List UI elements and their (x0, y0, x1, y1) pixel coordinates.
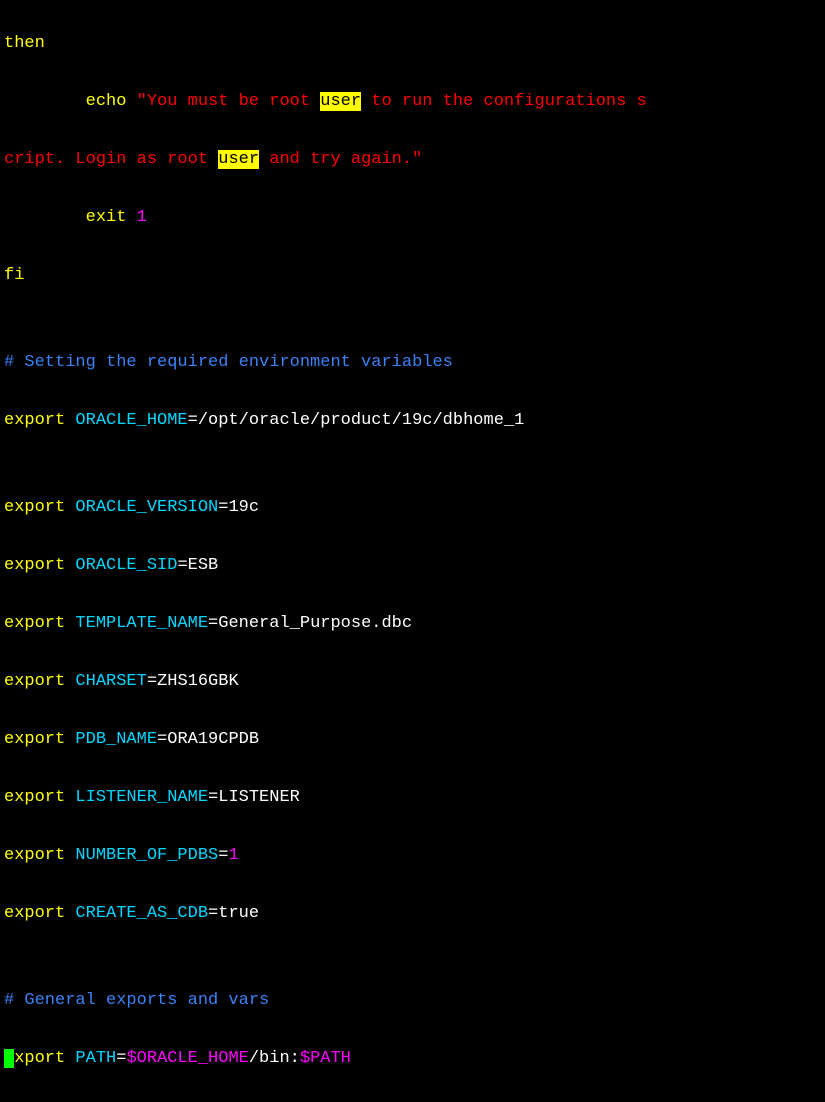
number-literal: 1 (228, 846, 238, 865)
code-line: exit 1 (4, 203, 821, 232)
value: /opt/oracle/product/19c/dbhome_1 (198, 411, 524, 430)
variable-ref: $ORACLE_HOME (126, 1049, 248, 1068)
variable-name: ORACLE_HOME (65, 411, 187, 430)
code-line: fi (4, 261, 821, 290)
variable-name: ORACLE_SID (65, 556, 177, 575)
code-line: export PDB_NAME=ORA19CPDB (4, 725, 821, 754)
variable-name: TEMPLATE_NAME (65, 614, 208, 633)
builtin-echo: echo (4, 92, 137, 111)
keyword-export: export (4, 614, 65, 633)
equals: = (188, 411, 198, 430)
string-part: and try again." (259, 150, 422, 169)
terminal-output: then echo "You must be root user to run … (0, 0, 825, 1102)
value: 19c (228, 498, 259, 517)
value: LISTENER (218, 788, 300, 807)
value: ESB (188, 556, 219, 575)
equals: = (147, 672, 157, 691)
code-line: export ORACLE_VERSION=19c (4, 493, 821, 522)
keyword-export: export (4, 730, 65, 749)
variable-name: PDB_NAME (65, 730, 157, 749)
variable-name: ORACLE_VERSION (65, 498, 218, 517)
search-highlight: user (218, 150, 259, 169)
variable-name: LISTENER_NAME (65, 788, 208, 807)
comment-line: # General exports and vars (4, 986, 821, 1015)
value: General_Purpose.dbc (218, 614, 412, 633)
keyword-then: then (4, 34, 45, 53)
search-highlight: user (320, 92, 361, 111)
code-line: export NUMBER_OF_PDBS=1 (4, 841, 821, 870)
code-line: then (4, 29, 821, 58)
equals: = (208, 614, 218, 633)
keyword-export: export (4, 788, 65, 807)
string-part: to run the configurations s (361, 92, 647, 111)
code-line: export TEMPLATE_NAME=General_Purpose.dbc (4, 609, 821, 638)
comment: # General exports and vars (4, 991, 269, 1010)
equals: = (208, 904, 218, 923)
code-line: export CREATE_AS_CDB=true (4, 899, 821, 928)
code-line: export ORACLE_HOME=/opt/oracle/product/1… (4, 406, 821, 435)
value: ORA19CPDB (167, 730, 259, 749)
keyword-export: export (4, 672, 65, 691)
variable-name: PATH (65, 1049, 116, 1068)
equals: = (208, 788, 218, 807)
equals: = (218, 846, 228, 865)
code-line: export PATH=$ORACLE_HOME/bin:$PATH (4, 1044, 821, 1073)
variable-name: CHARSET (65, 672, 147, 691)
equals: = (116, 1049, 126, 1068)
code-line: echo "You must be root user to run the c… (4, 87, 821, 116)
code-line: cript. Login as root user and try again.… (4, 145, 821, 174)
code-line: export ORACLE_SID=ESB (4, 551, 821, 580)
keyword-export: export (4, 556, 65, 575)
number-literal: 1 (137, 208, 147, 227)
value: true (218, 904, 259, 923)
comment: # Setting the required environment varia… (4, 353, 453, 372)
equals: = (218, 498, 228, 517)
variable-ref: $PATH (300, 1049, 351, 1068)
builtin-exit: exit (4, 208, 137, 227)
path-part: /bin: (249, 1049, 300, 1068)
string-part: "You must be root (137, 92, 321, 111)
variable-name: NUMBER_OF_PDBS (65, 846, 218, 865)
keyword-fi: fi (4, 266, 24, 285)
keyword-export: export (4, 498, 65, 517)
code-line: export LISTENER_NAME=LISTENER (4, 783, 821, 812)
keyword-export: export (4, 846, 65, 865)
comment-line: # Setting the required environment varia… (4, 348, 821, 377)
keyword-export-partial: xport (14, 1049, 65, 1068)
variable-name: CREATE_AS_CDB (65, 904, 208, 923)
value: ZHS16GBK (157, 672, 239, 691)
cursor-indicator: e (4, 1049, 14, 1068)
string-part: cript. Login as root (4, 150, 218, 169)
equals: = (157, 730, 167, 749)
equals: = (177, 556, 187, 575)
keyword-export: export (4, 411, 65, 430)
code-line: export CHARSET=ZHS16GBK (4, 667, 821, 696)
keyword-export: export (4, 904, 65, 923)
